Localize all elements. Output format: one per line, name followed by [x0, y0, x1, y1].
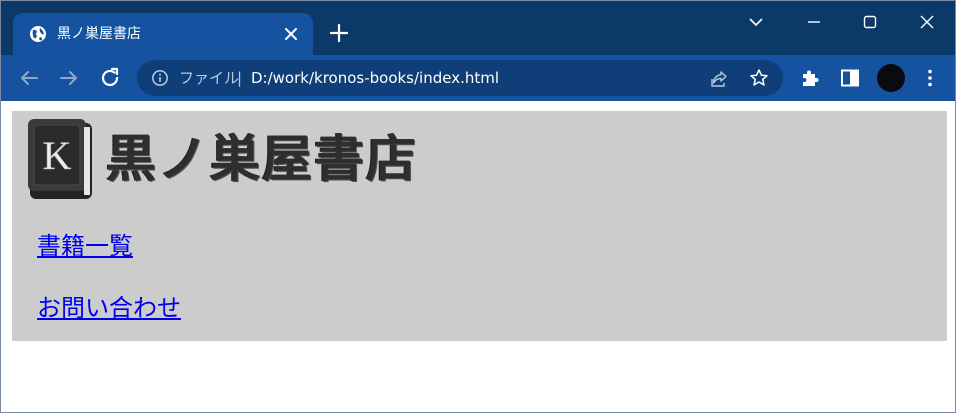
- site-title: 黒ノ巣屋書店: [106, 130, 418, 188]
- side-panel-icon[interactable]: [838, 66, 862, 90]
- nav-link-book-list[interactable]: 書籍一覧: [37, 231, 133, 261]
- tab-search-chevron-icon[interactable]: [743, 9, 769, 35]
- new-tab-plus-icon[interactable]: [327, 21, 351, 45]
- nav-link-contact[interactable]: お問い合わせ: [37, 293, 181, 323]
- forward-arrow-icon[interactable]: [57, 66, 81, 90]
- tab-title: 黒ノ巣屋書店: [57, 26, 141, 42]
- site-logo[interactable]: K 黒ノ巣屋書店: [26, 117, 418, 201]
- globe-icon: [30, 26, 46, 42]
- extensions-puzzle-icon[interactable]: [798, 66, 822, 90]
- reload-icon[interactable]: [98, 66, 122, 90]
- browser-toolbar: ファイル | D:/work/kronos-books/index.html: [1, 55, 955, 101]
- menu-kebab-icon[interactable]: [918, 66, 942, 90]
- address-separator: |: [237, 69, 243, 87]
- address-url[interactable]: D:/work/kronos-books/index.html: [251, 68, 499, 88]
- close-window-icon[interactable]: [914, 9, 940, 35]
- browser-tab[interactable]: 黒ノ巣屋書店: [13, 13, 313, 55]
- address-scheme-label: ファイル: [179, 69, 240, 87]
- book-logo-icon: K: [28, 119, 92, 199]
- page-viewport: K 黒ノ巣屋書店 書籍一覧 お問い合わせ: [1, 101, 955, 412]
- maximize-icon[interactable]: [857, 9, 883, 35]
- logo-letter: K: [43, 133, 72, 178]
- profile-avatar[interactable]: [877, 64, 905, 92]
- site-info-icon[interactable]: [151, 69, 169, 87]
- site-header: K 黒ノ巣屋書店 書籍一覧 お問い合わせ: [12, 111, 947, 341]
- tab-strip: 黒ノ巣屋書店: [1, 1, 955, 55]
- share-icon[interactable]: [709, 69, 729, 89]
- back-arrow-icon[interactable]: [17, 66, 41, 90]
- browser-window: 黒ノ巣屋書店 ファイル | D:/work/kronos-books/index…: [0, 0, 956, 413]
- address-bar[interactable]: ファイル | D:/work/kronos-books/index.html: [137, 60, 783, 96]
- close-tab-icon[interactable]: [281, 24, 301, 44]
- minimize-icon[interactable]: [801, 9, 827, 35]
- bookmark-star-icon[interactable]: [749, 68, 769, 88]
